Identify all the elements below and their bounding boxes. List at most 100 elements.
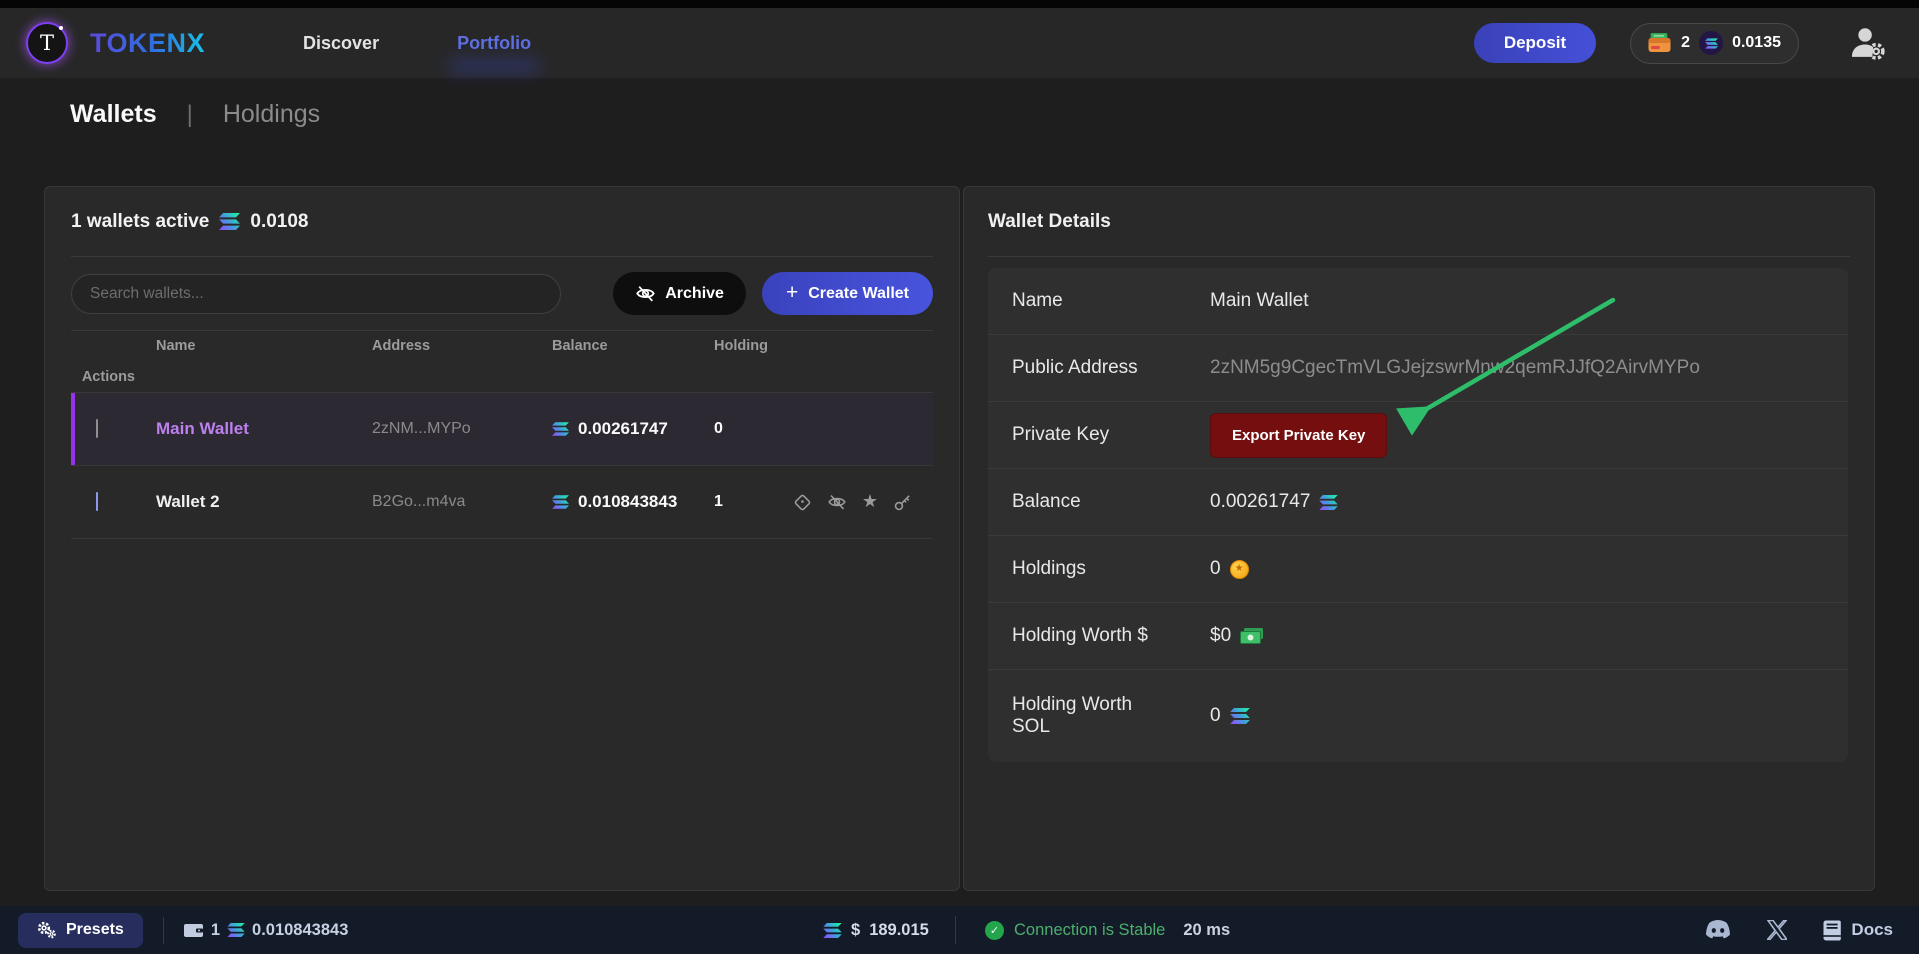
- logo-spark-icon: [59, 26, 63, 30]
- wallet-balance: 0.010843843: [578, 492, 677, 512]
- divider: [163, 917, 164, 944]
- solana-icon: [1319, 495, 1338, 510]
- app-logo[interactable]: T: [26, 22, 68, 64]
- export-private-key-button[interactable]: Export Private Key: [1210, 413, 1387, 458]
- check-circle-icon: ✓: [985, 921, 1004, 940]
- row-actions: ★: [793, 492, 933, 512]
- book-icon: [1823, 920, 1842, 941]
- statusbar-wallet-count: 1: [211, 921, 220, 940]
- detail-row-public-address: Public Address 2zNM5g9CgecTmVLGJejzswrMn…: [988, 335, 1848, 402]
- sol-price-value: 189.015: [869, 921, 929, 940]
- wallet-checkbox[interactable]: [96, 492, 98, 511]
- solana-icon: [1230, 708, 1250, 724]
- diamond-icon[interactable]: [793, 493, 812, 512]
- balance-badge[interactable]: 2 0.0135: [1630, 23, 1799, 64]
- logo-letter: T: [40, 31, 54, 55]
- money-bill-icon: [1240, 628, 1264, 645]
- detail-row-name: Name Main Wallet: [988, 268, 1848, 335]
- worth-usd-label: Holding Worth $: [1012, 625, 1162, 647]
- details-title: Wallet Details: [988, 211, 1111, 233]
- solana-icon: [219, 213, 240, 230]
- active-wallets-sol: 0.0108: [250, 211, 308, 233]
- create-wallet-button[interactable]: + Create Wallet: [762, 272, 933, 315]
- connection-text: Connection is Stable: [1014, 921, 1165, 940]
- name-label: Name: [1012, 290, 1162, 312]
- detail-row-balance: Balance 0.00261747: [988, 469, 1848, 536]
- table-row[interactable]: Main Wallet 2zNM...MYPo 0.00261747 0: [71, 393, 933, 466]
- col-name: Name: [156, 338, 372, 354]
- col-balance: Balance: [552, 338, 714, 354]
- tab-holdings[interactable]: Holdings: [223, 100, 320, 129]
- docs-link[interactable]: Docs: [1823, 920, 1893, 941]
- solana-icon: [227, 923, 245, 937]
- sol-total: 0.0135: [1732, 34, 1781, 52]
- wallet-details-panel: Wallet Details Name Main Wallet Public A…: [963, 186, 1875, 891]
- wallets-summary-row: 1 wallets active 0.0108: [71, 187, 933, 257]
- key-icon[interactable]: [893, 493, 912, 512]
- eye-off-icon[interactable]: [827, 492, 847, 512]
- nav-discover[interactable]: Discover: [303, 33, 379, 54]
- nav-portfolio[interactable]: Portfolio: [457, 33, 531, 54]
- wallet-address: B2Go...m4va: [372, 493, 552, 511]
- statusbar-sol-amount: 0.010843843: [252, 921, 348, 940]
- active-wallets-text: 1 wallets active: [71, 211, 209, 233]
- wallet-emoji-icon: [1648, 33, 1672, 53]
- user-settings-icon[interactable]: [1849, 26, 1887, 60]
- wallets-panel: 1 wallets active 0.0108 Archive + Create…: [44, 186, 960, 891]
- x-twitter-icon[interactable]: [1767, 920, 1787, 940]
- create-wallet-label: Create Wallet: [808, 285, 909, 303]
- archive-button[interactable]: Archive: [613, 272, 746, 315]
- name-value: Main Wallet: [1210, 290, 1824, 312]
- sol-price: $ 189.015: [823, 921, 929, 940]
- col-actions: Actions: [82, 369, 156, 385]
- wallet-holding: 1: [714, 493, 723, 511]
- connection-status: ✓ Connection is Stable 20 ms: [985, 921, 1230, 940]
- wallet-checkbox[interactable]: [96, 419, 98, 438]
- tab-wallets[interactable]: Wallets: [70, 100, 157, 129]
- plus-icon: +: [786, 281, 798, 305]
- wallet-name: Main Wallet: [156, 419, 372, 439]
- brand-title: TOKENX: [90, 28, 205, 59]
- solana-circle-icon: [1699, 31, 1723, 55]
- wallet-address: 2zNM...MYPo: [372, 420, 552, 438]
- table-row[interactable]: Wallet 2 B2Go...m4va 0.010843843 1: [71, 466, 933, 539]
- star-icon[interactable]: ★: [862, 493, 878, 511]
- wallet-name: Wallet 2: [156, 492, 372, 512]
- wallet-holding: 0: [714, 420, 933, 438]
- search-input[interactable]: [71, 274, 561, 314]
- eye-off-icon: [635, 283, 656, 304]
- col-holding: Holding: [714, 338, 768, 354]
- latency-value: 20 ms: [1183, 921, 1230, 940]
- solana-icon: [552, 422, 569, 436]
- private-key-label: Private Key: [1012, 424, 1162, 446]
- worth-sol-label: Holding Worth SOL: [1012, 694, 1162, 738]
- presets-button[interactable]: Presets: [18, 913, 143, 948]
- detail-row-worth-sol: Holding Worth SOL 0: [988, 670, 1848, 762]
- active-wallet-summary: 1 0.010843843: [184, 921, 349, 940]
- balance-value: 0.00261747: [1210, 491, 1310, 513]
- page-tabs: Wallets | Holdings: [70, 100, 320, 129]
- solana-icon: [823, 923, 842, 938]
- docs-label: Docs: [1851, 920, 1893, 940]
- discord-icon[interactable]: [1705, 920, 1731, 940]
- details-card: Name Main Wallet Public Address 2zNM5g9C…: [988, 268, 1848, 762]
- public-address-value: 2zNM5g9CgecTmVLGJejzswrMnw2qemRJJfQ2Airv…: [1210, 357, 1824, 379]
- deposit-button[interactable]: Deposit: [1474, 23, 1596, 63]
- wallet-count: 2: [1681, 34, 1690, 52]
- status-bar: Presets 1 0.010843843 $ 189.015 ✓ Connec…: [0, 906, 1919, 954]
- archive-label: Archive: [665, 285, 724, 303]
- currency-symbol: $: [851, 921, 860, 940]
- wallet-icon: [184, 923, 204, 938]
- detail-row-private-key: Private Key Export Private Key: [988, 402, 1848, 469]
- worth-sol-value: 0: [1210, 705, 1221, 727]
- detail-row-worth-usd: Holding Worth $ $0: [988, 603, 1848, 670]
- presets-label: Presets: [66, 921, 124, 939]
- col-address: Address: [372, 338, 552, 354]
- public-address-label: Public Address: [1012, 357, 1162, 379]
- coin-icon: ★: [1230, 560, 1249, 579]
- wallet-controls-row: Archive + Create Wallet: [71, 257, 933, 331]
- detail-row-holdings: Holdings 0 ★: [988, 536, 1848, 603]
- worth-usd-value: $0: [1210, 625, 1231, 647]
- gears-icon: [37, 921, 57, 939]
- table-header-row: Name Address Balance Holding Actions: [71, 331, 933, 393]
